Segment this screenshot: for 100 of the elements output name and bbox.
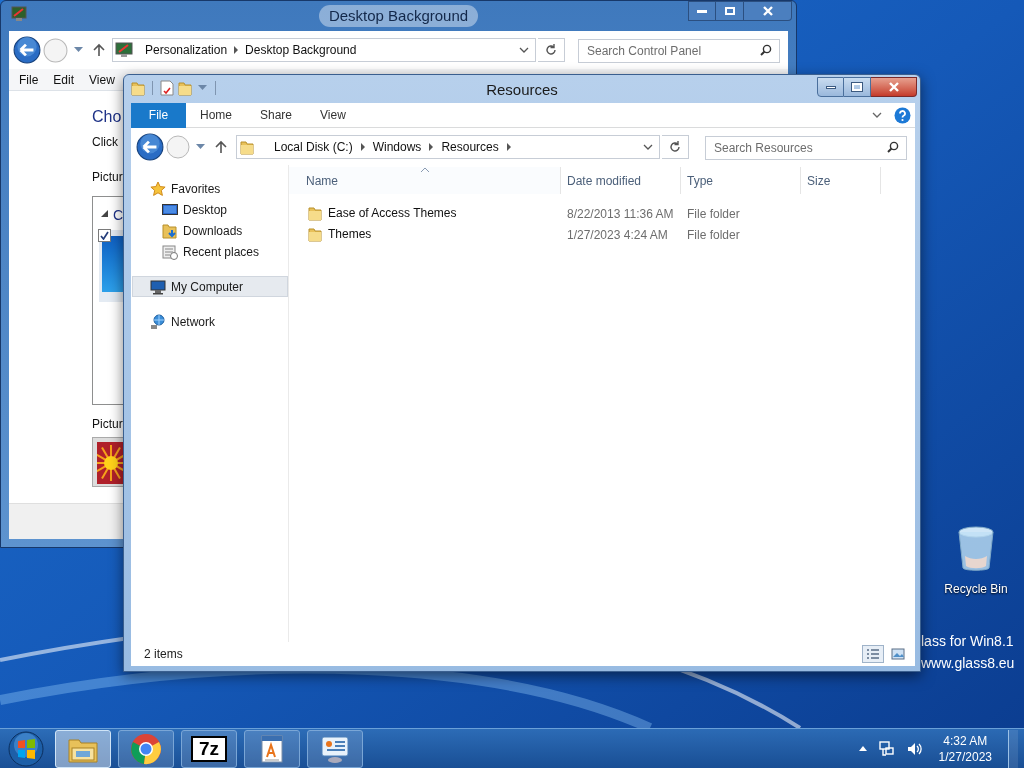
instruction-text: Click <box>92 134 118 151</box>
recycle-bin-icon[interactable] <box>957 526 995 572</box>
properties-icon[interactable] <box>160 80 174 96</box>
breadcrumb-arrow-icon[interactable] <box>359 143 366 151</box>
ribbon-tab[interactable]: Home <box>186 102 246 128</box>
history-caret-icon[interactable] <box>74 47 83 53</box>
navigation-icon <box>162 201 178 218</box>
network-icon[interactable] <box>878 740 895 757</box>
search-field[interactable]: Search Control Panel <box>578 39 780 63</box>
search-icon[interactable] <box>887 141 899 153</box>
breadcrumb-item[interactable]: Desktop Background <box>245 41 357 59</box>
details-view-button[interactable] <box>862 645 884 663</box>
close-icon <box>888 82 899 92</box>
menu-item[interactable]: View <box>89 70 115 89</box>
refresh-button[interactable] <box>662 135 689 159</box>
maximize-button[interactable] <box>716 1 744 21</box>
breadcrumb-arrow-icon[interactable] <box>233 46 240 54</box>
show-hidden-icons-icon[interactable] <box>858 746 867 751</box>
breadcrumb-item[interactable]: Resources <box>441 138 499 156</box>
checkbox[interactable] <box>98 229 111 242</box>
file-name[interactable]: Themes <box>328 224 372 243</box>
navigation-item[interactable]: Downloads <box>132 220 288 241</box>
menu-item[interactable]: File <box>19 70 39 89</box>
show-desktop-button[interactable] <box>1008 729 1018 768</box>
close-icon <box>762 6 773 16</box>
minimize-button[interactable] <box>817 77 844 97</box>
history-caret-icon[interactable] <box>196 144 205 150</box>
search-icon[interactable] <box>760 44 772 56</box>
field-label: Pictur <box>92 416 123 433</box>
app-icon <box>11 6 27 22</box>
branding-text: www.glass8.eu <box>921 654 1015 673</box>
desktop-icon-label[interactable]: Recycle Bin <box>944 580 1008 598</box>
column-header[interactable]: Name <box>289 167 561 194</box>
search-field[interactable]: Search Resources <box>705 136 907 160</box>
close-button[interactable] <box>744 1 792 21</box>
expanded-triangle-icon[interactable] <box>101 210 108 217</box>
browser-icon <box>130 732 162 765</box>
folder-icon <box>240 139 254 155</box>
date-modified: 8/22/2013 11:36 AM <box>567 206 674 221</box>
refresh-icon <box>545 44 557 56</box>
dropdown-chevron-icon[interactable] <box>519 47 529 53</box>
up-arrow-icon[interactable] <box>93 43 105 57</box>
quick-access-folder-icon <box>131 80 145 96</box>
refresh-button[interactable] <box>538 38 565 62</box>
new-folder-icon <box>178 80 192 96</box>
navigation-icon <box>150 278 166 295</box>
picture-icon <box>891 648 905 660</box>
minimize-button[interactable] <box>688 1 716 21</box>
column-header[interactable]: Size <box>801 167 881 194</box>
control-panel-icon <box>115 42 133 58</box>
column-header[interactable]: Date modified <box>561 167 681 194</box>
navigation-item[interactable]: Desktop <box>132 199 288 220</box>
folder-icon <box>308 225 322 242</box>
column-header[interactable]: Type <box>681 167 801 194</box>
taskbar-button[interactable] <box>118 729 174 768</box>
breadcrumb-item[interactable]: Windows <box>372 138 422 156</box>
taskbar-button[interactable]: 7z <box>181 729 237 768</box>
menu-item[interactable]: Edit <box>53 70 75 89</box>
up-arrow-icon[interactable] <box>215 140 227 154</box>
window-title: Resources <box>486 80 558 100</box>
group-label[interactable]: C <box>113 205 124 226</box>
clock[interactable]: 4:32 AM 1/27/2023 <box>934 732 996 765</box>
maximize-button[interactable] <box>844 77 871 97</box>
address-bar[interactable]: Local Disk (C:) Windows Resources <box>236 135 660 159</box>
breadcrumb-arrow-icon[interactable] <box>428 143 435 151</box>
back-button[interactable] <box>13 36 41 64</box>
navigation-icon <box>162 222 178 239</box>
ribbon-tab[interactable]: Share <box>246 102 307 128</box>
date-modified: 1/27/2023 4:24 AM <box>567 227 668 242</box>
expand-ribbon-icon[interactable] <box>872 112 882 118</box>
taskbar-button[interactable] <box>244 729 300 768</box>
navigation-item[interactable]: Favorites <box>132 178 288 199</box>
breadcrumb-item[interactable]: Personalization <box>145 41 228 59</box>
field-label: Pictur <box>92 169 123 186</box>
window-title: Desktop Background <box>318 5 479 27</box>
page-heading: Cho <box>92 107 122 127</box>
start-button[interactable] <box>6 729 46 768</box>
navigation-icon <box>150 180 166 197</box>
logo-text: 7z <box>198 739 220 758</box>
branding-text: lass for Win8.1 <box>921 632 1015 651</box>
folder-icon <box>308 204 322 221</box>
details-view-icon <box>866 648 880 660</box>
navigation-item[interactable]: Network <box>132 311 288 332</box>
navigation-item[interactable]: Recent places <box>132 241 288 262</box>
address-bar[interactable]: Personalization Desktop Background <box>112 38 536 62</box>
close-button[interactable] <box>871 77 917 97</box>
taskbar-button[interactable] <box>307 729 363 768</box>
breadcrumb-item[interactable]: Local Disk (C:) <box>274 138 353 156</box>
file-name[interactable]: Ease of Access Themes <box>328 203 457 222</box>
ribbon-tab[interactable]: View <box>306 102 360 128</box>
navigation-icon <box>150 313 166 330</box>
dropdown-chevron-icon[interactable] <box>643 144 653 150</box>
navigation-item[interactable]: My Computer <box>132 276 288 297</box>
back-button[interactable] <box>136 133 164 161</box>
picture-position-thumbnail[interactable] <box>92 437 124 487</box>
navigation-icon <box>162 243 178 260</box>
help-icon[interactable] <box>894 106 911 124</box>
file-menu-button[interactable]: File <box>131 102 186 128</box>
breadcrumb-arrow-icon[interactable] <box>505 143 512 151</box>
status-text: 2 items <box>144 646 183 663</box>
